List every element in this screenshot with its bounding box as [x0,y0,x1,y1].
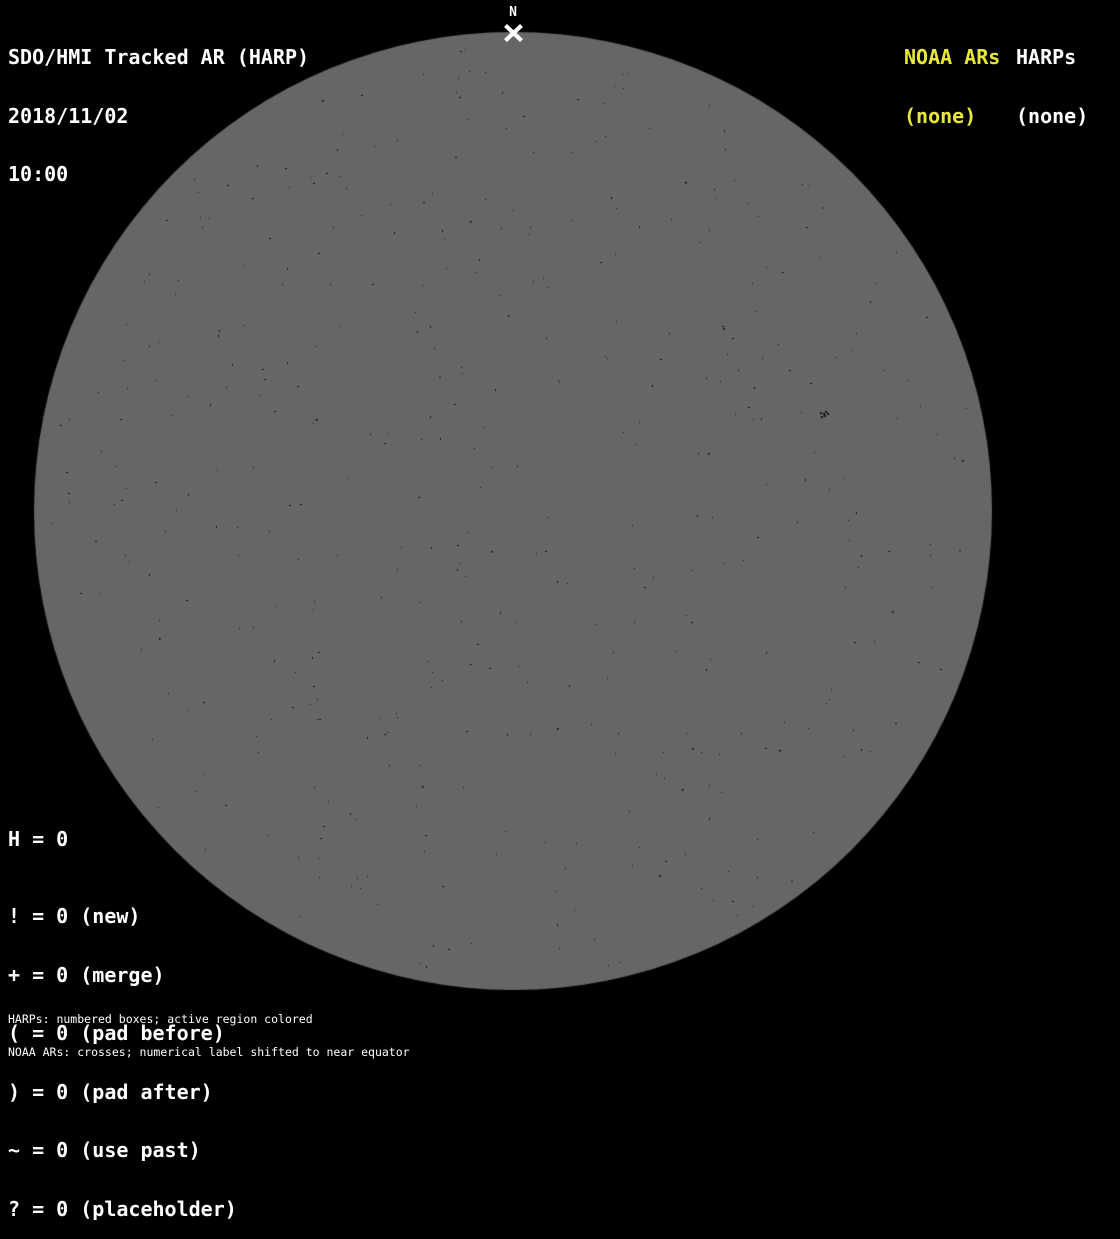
harps-label: HARPs [1016,45,1077,69]
harps-value: (none) [1016,103,1089,128]
page-title: SDO/HMI Tracked AR (HARP) [8,45,310,69]
date-label: 2018/11/02 [8,103,129,128]
noaa-ars-block: NOAA ARs (none) [904,9,1000,146]
footer-noaa-note: NOAA ARs: crosses; numerical label shift… [8,1045,410,1059]
noaa-ars-value: (none) [904,103,977,128]
legend-item-new: ! = 0 (new) [8,904,141,928]
title-block: SDO/HMI Tracked AR (HARP) 2018/11/02 10:… [8,9,309,204]
legend-item-merge: + = 0 (merge) [8,962,165,987]
harp-count-line: H = 0 [8,827,69,851]
north-pole-label: N [509,5,517,20]
time-label: 10:00 [8,162,69,186]
legend-item-pad-after: ) = 0 (pad after) [8,1079,213,1104]
harps-block: HARPs (none) [1016,9,1088,146]
noaa-ars-label: NOAA ARs [904,45,1001,69]
footer-notes: HARPs: numbered boxes; active region col… [8,992,410,1069]
harp-frame: { "header": { "title": "SDO/HMI Tracked … [0,0,1120,1218]
legend-item-placeholder: ? = 0 (placeholder) [8,1196,237,1221]
north-pole-cross-icon [504,24,523,42]
legend-item-use-past: ~ = 0 (use past) [8,1138,201,1162]
footer-harps-note: HARPs: numbered boxes; active region col… [8,1012,313,1026]
